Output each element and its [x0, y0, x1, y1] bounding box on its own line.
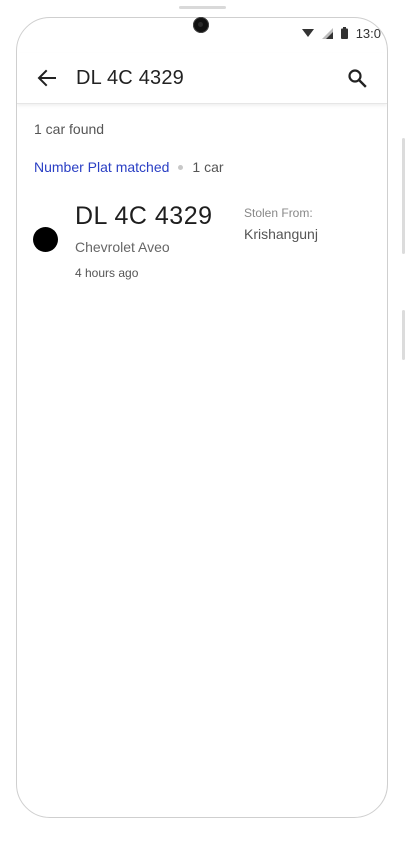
volume-button: [402, 138, 405, 254]
search-icon: [348, 69, 367, 88]
app-bar: DL 4C 4329: [17, 53, 387, 104]
filter-row: Number Plat matched 1 car: [34, 159, 224, 175]
car-model: Chevrolet Aveo: [75, 239, 170, 255]
filter-number-plate-matched[interactable]: Number Plat matched: [34, 159, 169, 175]
separator-dot: [178, 164, 184, 170]
status-time: 13:0: [355, 25, 381, 41]
list-item[interactable]: DL 4C 4329 Chevrolet Aveo 4 hours ago St…: [17, 198, 387, 288]
search-button[interactable]: [345, 66, 369, 90]
battery-icon: [340, 27, 348, 39]
plate-number: DL 4C 4329: [75, 202, 213, 230]
wifi-icon: [301, 28, 314, 38]
stolen-from-label: Stolen From:: [244, 206, 313, 220]
arrow-back-icon: [37, 69, 56, 87]
camera-icon: [193, 17, 209, 33]
power-button: [402, 310, 405, 360]
filter-count: 1 car: [192, 159, 224, 175]
results-count: 1 car found: [34, 121, 105, 137]
stolen-from-location: Krishangunj: [244, 226, 318, 242]
status-bar: 13:0: [301, 24, 387, 42]
status-indicator: [33, 227, 58, 252]
page-title: DL 4C 4329: [76, 66, 184, 89]
speaker-slot: [179, 6, 226, 9]
timestamp: 4 hours ago: [75, 266, 139, 280]
screen: 13:0 DL 4C 4329 1 car found Number Plat …: [0, 0, 407, 858]
back-button[interactable]: [35, 66, 59, 90]
phone-frame: 13:0 DL 4C 4329 1 car found Number Plat …: [16, 17, 388, 818]
signal-icon: [321, 27, 333, 39]
